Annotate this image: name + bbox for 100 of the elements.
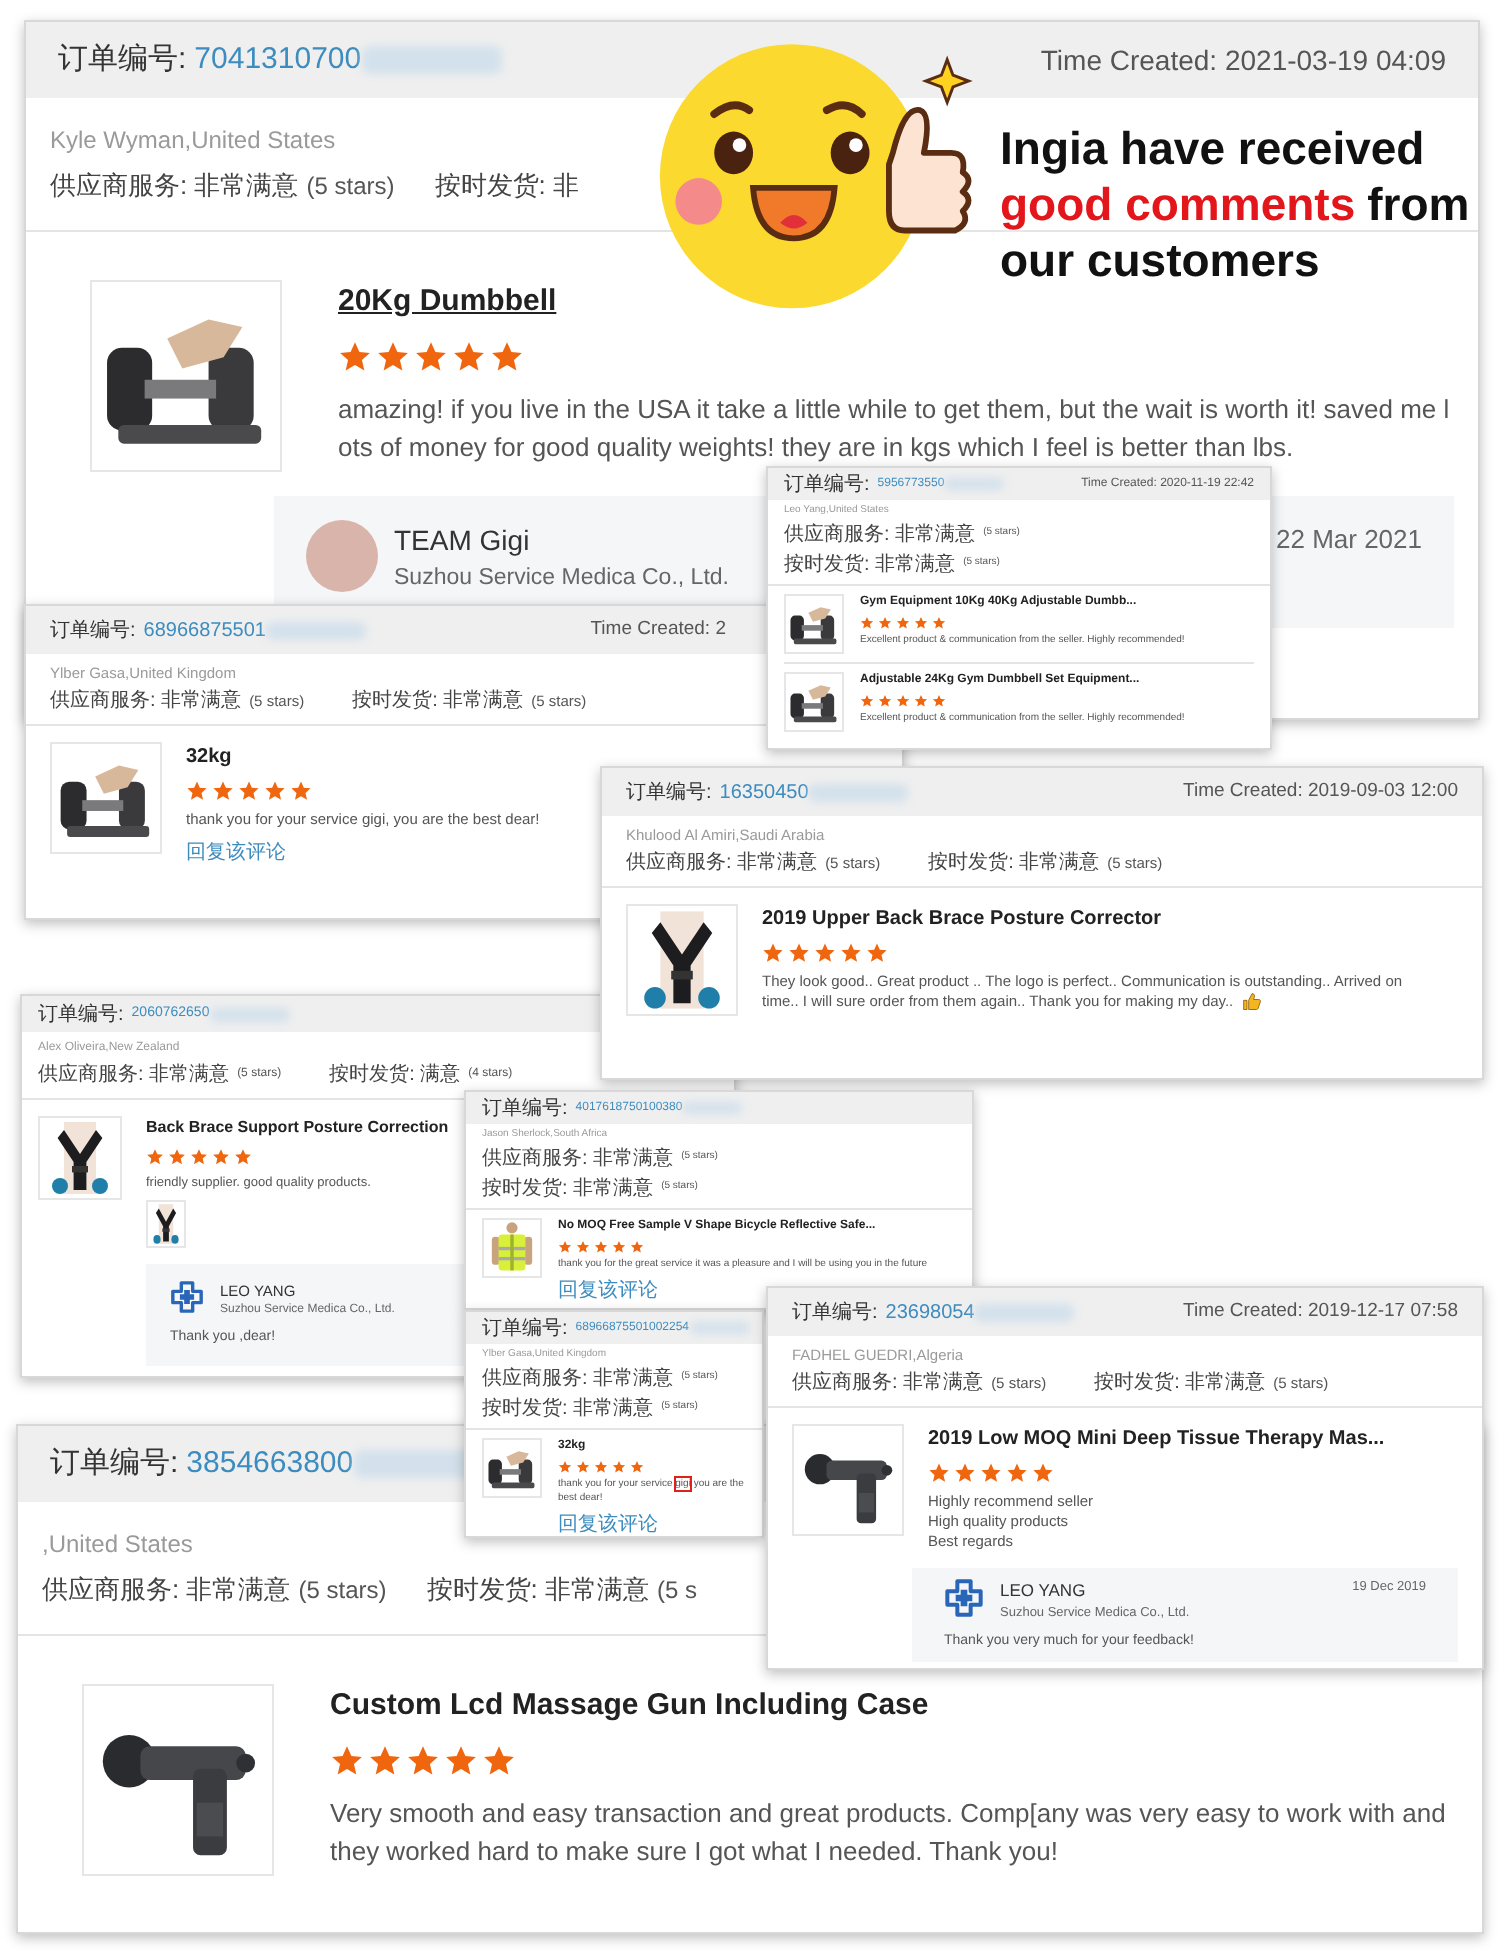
star-icon (490, 340, 524, 374)
product-title: Back Brace Support Posture Correction (146, 1116, 449, 1140)
reply-date: 22 Mar 2021 (1276, 521, 1422, 557)
medical-cross-icon (944, 1578, 984, 1619)
rating-label: 按时发货: 非常满意 (928, 849, 1100, 879)
rating-label: 按时发货: 满意 (329, 1061, 461, 1090)
star-icon (914, 615, 928, 629)
star-icon (212, 1148, 230, 1166)
product-title: 2019 Low MOQ Mini Deep Tissue Therapy Mas... (928, 1426, 1385, 1455)
star-icon (860, 693, 874, 707)
redaction-blur (209, 1007, 290, 1021)
review-text: amazing! if you live in the USA it take a little while to get them, but the wait is worth it! saved me l (338, 392, 1450, 428)
rating-label: 供应商服务: 非常满意 (792, 1369, 984, 1399)
star-icon (190, 1148, 208, 1166)
buyer-name: ,United States (42, 1528, 193, 1562)
star-icon (594, 1239, 608, 1253)
star-icon (840, 942, 862, 965)
star-icon (338, 340, 372, 374)
star-icon (866, 942, 888, 965)
order-label: 订单编号: (482, 1095, 568, 1123)
rating-label: 供应商服务: 非常满意 (482, 1145, 674, 1173)
rating-label: 按时发货: 非常满意 (426, 1572, 649, 1608)
redaction-blur (265, 621, 366, 639)
time-created: Time Created: 2019-09-03 12:00 (1183, 777, 1458, 806)
order-label: 订单编号: (792, 1299, 878, 1327)
order-label: 订单编号: (58, 39, 187, 80)
order-number[interactable]: 16350450 (719, 777, 809, 807)
rating-label: 供应商服务: 非常满意 (50, 687, 242, 717)
rating-label: 供应商服务: 非常满意 (50, 168, 299, 204)
star-icon (406, 1744, 440, 1778)
rating-label: 供应商服务: 非常满意 (42, 1572, 291, 1608)
star-icon (878, 693, 892, 707)
star-icon (630, 1239, 644, 1253)
reply-link[interactable]: 回复该评论 (186, 838, 286, 869)
star-icon (558, 1239, 572, 1253)
star-icon (264, 780, 286, 803)
star-icon (914, 693, 928, 707)
rating-label: 供应商服务: 非常满意 (482, 1365, 674, 1393)
star-icon (234, 1148, 252, 1166)
star-icon (814, 942, 836, 965)
star-icon (980, 1462, 1002, 1485)
star-icon (1032, 1462, 1054, 1485)
order-number[interactable]: 3854663800 (186, 1441, 354, 1487)
review-text: ots of money for good quality weights! they are in kgs which I feel is better than lbs. (338, 430, 1294, 466)
rating-label: 供应商服务: 非常满意 (784, 521, 976, 549)
star-icon (376, 340, 410, 374)
rating-label: 按时发货: 非常满意 (482, 1395, 654, 1423)
order-number[interactable]: 7041310700 (194, 37, 362, 83)
redaction-blur (361, 46, 502, 74)
rating-label: 按时发货: 非 (434, 168, 579, 204)
star-icon (896, 693, 910, 707)
time-created: Time Created: 2021-03-19 04:09 (1040, 41, 1446, 79)
star-icon (612, 1459, 626, 1473)
star-icon (594, 1459, 608, 1473)
order-label: 订单编号: (38, 1001, 124, 1029)
order-number[interactable]: 23698054 (885, 1297, 975, 1327)
star-icon (168, 1148, 186, 1166)
product-title[interactable]: 20Kg Dumbbell (338, 279, 557, 324)
order-label: 订单编号: (50, 617, 136, 645)
product-title: Custom Lcd Massage Gun Including Case (330, 1685, 929, 1725)
buyer-name: Kyle Wyman,United States (50, 124, 336, 158)
reply-link[interactable]: 回复该评论 (558, 1509, 658, 1536)
order-label: 订单编号: (784, 471, 870, 499)
star-icon (576, 1459, 590, 1473)
rating-label: 供应商服务: 非常满意 (38, 1061, 230, 1090)
star-icon (762, 942, 784, 965)
order-label: 订单编号: (50, 1443, 179, 1484)
redaction-blur (974, 1303, 1075, 1321)
star-icon (878, 615, 892, 629)
star-icon (238, 780, 260, 803)
rating-stars-text: (5 stars) (306, 169, 395, 204)
star-icon (212, 780, 234, 803)
avatar (306, 519, 378, 591)
star-icon (482, 1744, 516, 1778)
star-icon (630, 1459, 644, 1473)
rating-label: 按时发货: 非常满意 (352, 687, 524, 717)
rating-label: 按时发货: 非常满意 (784, 551, 956, 579)
star-icon (146, 1148, 164, 1166)
star-icon (932, 615, 946, 629)
medical-cross-icon (170, 1280, 204, 1314)
star-icon (612, 1239, 626, 1253)
rating-label: 按时发货: 非常满意 (482, 1175, 654, 1203)
time-created: Time Created: 2019-12-17 07:58 (1183, 1297, 1458, 1326)
product-title: 2019 Upper Back Brace Posture Corrector (762, 906, 1162, 935)
time-created: Time Created: 2 (590, 615, 726, 644)
star-icon (788, 942, 810, 965)
star-icon (368, 1744, 402, 1778)
star-icon (452, 340, 486, 374)
star-icon (330, 1744, 364, 1778)
review-text: they worked hard to make sure I got what I needed. Thank you! (330, 1834, 1058, 1870)
review-text: Very smooth and easy transaction and great products. Comp[any was very easy to work with and (330, 1796, 1446, 1832)
reply-link[interactable]: 回复该评论 (558, 1275, 658, 1305)
star-icon (932, 693, 946, 707)
star-icon (860, 615, 874, 629)
star-icon (558, 1459, 572, 1473)
star-icon (954, 1462, 976, 1485)
rating-label: 供应商服务: 非常满意 (626, 849, 818, 879)
rating-stars-text: (5 s (656, 1573, 697, 1608)
star-icon (576, 1239, 590, 1253)
order-number[interactable]: 68966875501 (143, 615, 266, 645)
